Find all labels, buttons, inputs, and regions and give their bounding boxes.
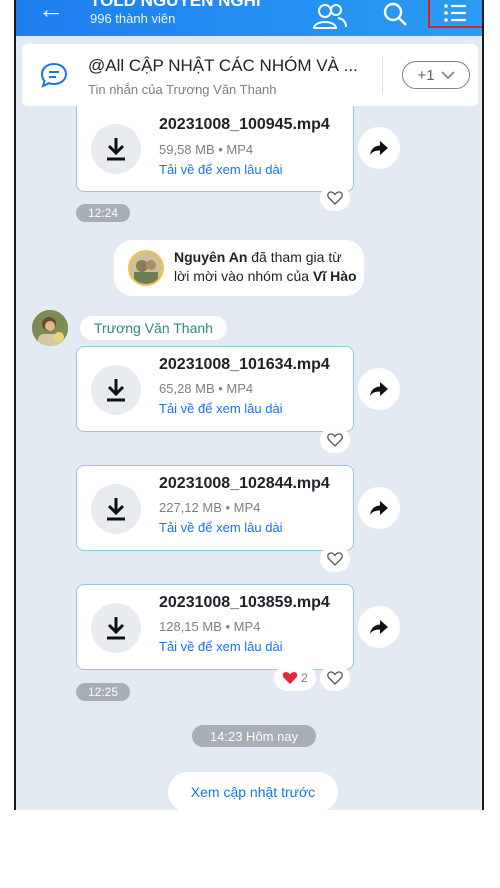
download-button[interactable] <box>91 484 141 534</box>
share-button[interactable] <box>358 127 400 169</box>
inviter-user[interactable]: Vĩ Hào <box>313 268 357 284</box>
share-button[interactable] <box>358 487 400 529</box>
timestamp: 12:24 <box>76 204 130 222</box>
more-pinned-label: +1 <box>417 66 435 84</box>
timestamp: 12:25 <box>76 683 130 701</box>
divider <box>382 56 383 94</box>
date-divider: 14:23 Hôm nay <box>192 725 316 747</box>
red-heart-icon <box>282 671 298 684</box>
file-name: 20231008_103859.mp4 <box>159 594 330 611</box>
download-link[interactable]: Tải về để xem lâu dài <box>159 401 283 416</box>
share-arrow-icon <box>370 501 388 515</box>
chat-screen: ← TOLD NGUYEN NGHI 996 thành viên @All C… <box>14 0 484 810</box>
more-pinned-button[interactable]: +1 <box>402 61 470 89</box>
file-name: 20231008_100945.mp4 <box>159 116 330 133</box>
avatar[interactable] <box>32 310 68 346</box>
file-meta: 65,28 MB • MP4 <box>159 381 254 396</box>
group-name[interactable]: TOLD NGUYEN NGHI <box>90 0 261 11</box>
pinned-message-bar[interactable]: @All CẬP NHẬT CÁC NHÓM VÀ ... Tin nhắn c… <box>22 44 478 106</box>
file-message[interactable]: 20231008_100945.mp4 59,58 MB • MP4 Tải v… <box>76 106 354 192</box>
like-button[interactable] <box>320 546 350 572</box>
older-updates-button[interactable]: Xem cập nhật trước <box>168 772 338 810</box>
members-icon[interactable] <box>312 2 348 30</box>
like-button[interactable] <box>320 185 350 211</box>
joined-user[interactable]: Nguyên An <box>174 249 247 265</box>
reaction-count: 2 <box>301 671 308 685</box>
download-link[interactable]: Tải về để xem lâu dài <box>159 639 283 654</box>
heart-icon <box>327 191 343 205</box>
reaction-summary[interactable]: 2 <box>274 665 316 691</box>
file-message[interactable]: 20231008_102844.mp4 227,12 MB • MP4 Tải … <box>76 465 354 551</box>
avatar[interactable] <box>128 250 164 286</box>
share-button[interactable] <box>358 368 400 410</box>
heart-icon <box>327 433 343 447</box>
file-message[interactable]: 20231008_101634.mp4 65,28 MB • MP4 Tải v… <box>76 346 354 432</box>
share-arrow-icon <box>370 382 388 396</box>
share-button[interactable] <box>358 606 400 648</box>
like-button[interactable] <box>320 665 350 691</box>
share-arrow-icon <box>370 620 388 634</box>
pinned-subtitle: Tin nhắn của Trương Văn Thanh <box>88 82 277 97</box>
file-meta: 227,12 MB • MP4 <box>159 500 261 515</box>
search-icon[interactable] <box>382 2 408 28</box>
download-icon <box>107 379 125 402</box>
download-icon <box>107 498 125 521</box>
chat-bubble-icon <box>40 62 68 88</box>
download-button[interactable] <box>91 365 141 415</box>
system-message: Nguyên An đã tham gia từ lời mời vào nhó… <box>114 240 364 296</box>
menu-button[interactable] <box>428 0 482 28</box>
file-meta: 128,15 MB • MP4 <box>159 619 261 634</box>
heart-icon <box>327 671 343 685</box>
file-meta: 59,58 MB • MP4 <box>159 142 254 157</box>
file-name: 20231008_102844.mp4 <box>159 475 330 492</box>
download-icon <box>107 138 125 161</box>
download-link[interactable]: Tải về để xem lâu dài <box>159 162 283 177</box>
list-menu-icon <box>444 4 466 22</box>
heart-icon <box>327 552 343 566</box>
file-name: 20231008_101634.mp4 <box>159 356 330 373</box>
system-text: Nguyên An đã tham gia từ lời mời vào nhó… <box>174 248 360 286</box>
download-icon <box>107 617 125 640</box>
avatar-photo-icon <box>130 252 162 284</box>
file-message[interactable]: 20231008_103859.mp4 128,15 MB • MP4 Tải … <box>76 584 354 670</box>
like-button[interactable] <box>320 427 350 453</box>
avatar-photo-icon <box>32 310 68 346</box>
download-button[interactable] <box>91 603 141 653</box>
member-count[interactable]: 996 thành viên <box>90 11 175 26</box>
back-arrow-icon[interactable]: ← <box>38 0 64 25</box>
download-button[interactable] <box>91 124 141 174</box>
pinned-title: @All CẬP NHẬT CÁC NHÓM VÀ ... <box>88 56 358 75</box>
share-arrow-icon <box>370 141 388 155</box>
download-link[interactable]: Tải về để xem lâu dài <box>159 520 283 535</box>
chat-header: ← TOLD NGUYEN NGHI 996 thành viên <box>16 0 482 36</box>
sender-name[interactable]: Trương Văn Thanh <box>80 316 227 340</box>
chevron-down-icon <box>440 71 455 80</box>
